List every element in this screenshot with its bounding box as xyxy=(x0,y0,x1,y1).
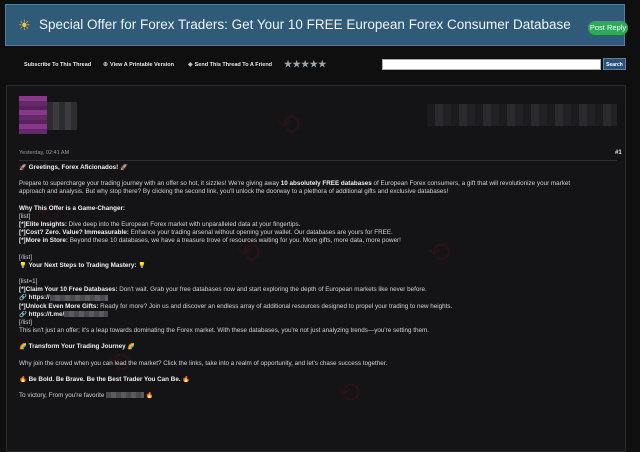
fire-icon: 🔥 xyxy=(182,375,191,383)
sun-icon: ☀ xyxy=(18,17,31,33)
list-tag: [list] xyxy=(19,212,31,220)
redacted-url xyxy=(64,311,109,318)
thread-header: ☀ Special Offer for Forex Traders: Get Y… xyxy=(5,4,628,46)
post-body: 🚀 Greetings, Forex Aficionados! 🚀 Prepar… xyxy=(19,164,617,400)
search-button[interactable]: Search xyxy=(603,58,626,70)
watermark-icon: ⟲ xyxy=(277,109,301,140)
signature-line: To victory, From you're favorite 🔥 xyxy=(19,392,154,400)
link-icon: 🔗 xyxy=(19,310,27,318)
send-icon: ◆ xyxy=(188,62,193,68)
redacted-url xyxy=(49,294,108,301)
lightbulb-icon: 💡 xyxy=(138,261,147,269)
greeting-line: 🚀 Greetings, Forex Aficionados! 🚀 xyxy=(19,164,128,171)
fire-icon: 🔥 xyxy=(145,392,154,400)
forum-post: ⟲ ⟲ ⟲ ⟲ ⟲ ⟲ Yesterday, 02:41 AM #1 🚀 Gre… xyxy=(6,85,626,452)
lightbulb-icon: 💡 xyxy=(19,261,27,269)
search-input[interactable] xyxy=(382,59,601,70)
list-tag: [/list] xyxy=(19,319,32,327)
link-icon: 🔗 xyxy=(19,294,27,302)
post-date: Yesterday, 02:41 AM xyxy=(19,150,70,156)
intro-paragraph: Prepare to supercharge your trading jour… xyxy=(19,180,571,188)
redacted-name xyxy=(106,392,145,399)
intro-paragraph-cont: approach and analysis. But why stop ther… xyxy=(19,188,449,196)
rainbow-icon: 🌈 xyxy=(19,343,27,351)
list-tag: [list=1] xyxy=(19,278,38,286)
list-item: [*]Cost? Zero. Value? Immeasurable: Enha… xyxy=(19,229,393,237)
rainbow-icon: 🌈 xyxy=(127,343,136,351)
post-divider xyxy=(19,160,617,161)
fire-icon: 🔥 xyxy=(19,375,27,383)
subscribe-link[interactable]: Subscribe To This Thread xyxy=(24,61,91,69)
post-number-link[interactable]: #1 xyxy=(615,150,622,156)
redacted-username xyxy=(47,102,77,130)
redacted-user-info xyxy=(427,104,617,126)
section-heading: Why This Offer is a Game-Changer: xyxy=(19,204,126,212)
list-item: [*]Unlock Even More Gifts: Ready for mor… xyxy=(19,302,453,310)
list-item: [*]Claim Your 10 Free Databases: Don't w… xyxy=(19,286,427,294)
external-link[interactable]: 🔗 https:// xyxy=(19,294,617,302)
thread-toolbar: Subscribe To This Thread ⊕ View A Printab… xyxy=(6,55,626,75)
cta-paragraph: Why join the crowd when you can lead the… xyxy=(19,359,388,367)
list-tag: [/list] xyxy=(19,253,32,261)
list-item: [*]Elite Insights: Dive deep into the Eu… xyxy=(19,221,301,229)
send-to-friend-link[interactable]: ◆ Send This Thread To A Friend xyxy=(188,61,272,69)
printer-icon: ⊕ xyxy=(103,62,109,68)
thread-title: Special Offer for Forex Traders: Get You… xyxy=(39,17,571,32)
section-heading: 💡 Your Next Steps to Trading Mastery: 💡 xyxy=(19,261,147,269)
motto-line: 🔥 Be Bold. Be Brave. Be the Best Trader … xyxy=(19,375,191,383)
telegram-link[interactable]: 🔗 https://t.me/ xyxy=(19,311,617,319)
section-heading: 🌈 Transform Your Trading Journey 🌈 xyxy=(19,343,136,351)
printable-version-link[interactable]: ⊕ View A Printable Version xyxy=(103,61,174,69)
list-item: [*]More in Store: Beyond these 10 databa… xyxy=(19,237,401,245)
avatar[interactable] xyxy=(19,96,47,134)
thread-rating-stars[interactable]: ★★★★★ xyxy=(284,59,327,69)
rocket-icon: 🚀 xyxy=(120,164,128,171)
rocket-icon: 🚀 xyxy=(19,164,27,171)
post-reply-button[interactable]: Post Reply xyxy=(588,21,628,35)
closing-paragraph: This isn't just an offer; it's a leap to… xyxy=(19,327,429,335)
